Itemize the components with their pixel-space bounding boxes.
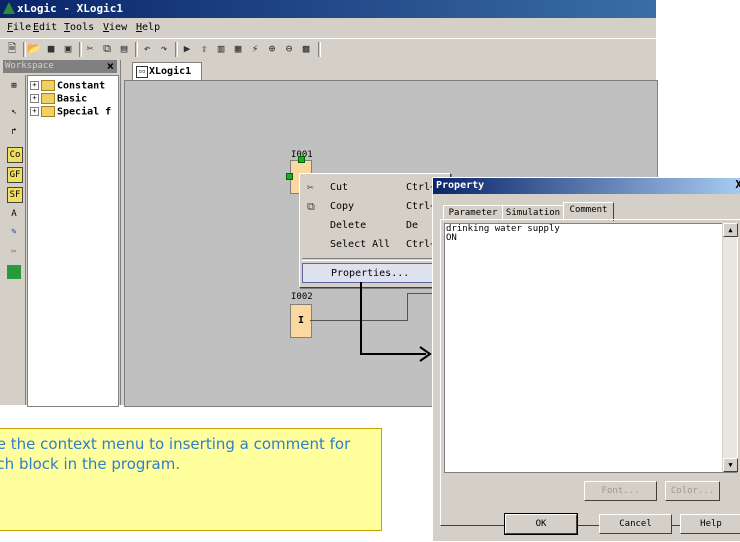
save-all-icon[interactable]: ▣	[61, 42, 75, 56]
toolbar-separator	[79, 42, 82, 57]
tree-item-constant[interactable]: + Constant	[30, 80, 105, 92]
context-menu-select-all[interactable]: Select All Ctrl+	[302, 235, 442, 253]
window-title: xLogic - XLogic1	[17, 2, 123, 15]
palette-general-function[interactable]: GF	[7, 167, 23, 183]
tree-item-special[interactable]: + Special f	[30, 106, 111, 118]
folder-icon	[41, 106, 55, 117]
upload-icon[interactable]: ⇪	[197, 42, 211, 56]
menu-bar: File Edit Tools View Help	[0, 18, 656, 39]
pointer-arrow-line	[360, 353, 426, 355]
comment-text[interactable]: drinking water supply ON	[446, 225, 560, 243]
workspace-header: Workspace ×	[3, 59, 117, 73]
comment-textarea[interactable]	[444, 223, 738, 473]
connection-line	[310, 320, 408, 321]
pen-icon[interactable]: ✎	[7, 225, 21, 239]
app-logo-icon	[3, 2, 15, 14]
compare-icon[interactable]: ▦	[231, 42, 245, 56]
connection-line	[407, 293, 408, 321]
copy-icon[interactable]: ⧉	[100, 42, 114, 56]
context-menu-cut[interactable]: ✂ Cut Ctrl+	[302, 178, 442, 196]
close-icon[interactable]: X	[735, 178, 740, 191]
connect-icon[interactable]: ↱	[7, 125, 21, 139]
expand-icon[interactable]: +	[30, 107, 39, 116]
copy-icon: ⧉	[307, 200, 315, 213]
workspace-tree: + Constant + Basic + Special f	[27, 75, 119, 407]
palette-constant[interactable]: Co	[7, 147, 23, 163]
wand-icon[interactable]: ⚡	[248, 42, 262, 56]
select-pointer-icon[interactable]: ↖	[7, 105, 21, 119]
folder-icon	[41, 80, 55, 91]
redo-icon[interactable]: ↷	[157, 42, 171, 56]
ok-button[interactable]: OK	[504, 513, 578, 535]
expand-icon[interactable]: +	[30, 81, 39, 90]
property-dialog-title-bar: Property X	[433, 178, 740, 194]
menu-tools[interactable]: Tools	[64, 22, 94, 33]
new-file-icon[interactable]: 🗎	[5, 42, 19, 56]
toolbar-separator	[318, 42, 321, 57]
open-file-icon[interactable]: 📂	[27, 42, 41, 56]
text-icon[interactable]: A	[7, 207, 21, 221]
toolbar-separator	[23, 42, 26, 57]
pointer-arrow-line	[360, 282, 362, 354]
context-menu-properties[interactable]: Properties...	[302, 263, 440, 283]
block-palette: ⊞ ↖ ↱ Co GF SF A ✎ ✂	[3, 75, 26, 405]
callout-text: Use the context menu to inserting a comm…	[0, 435, 351, 473]
context-menu: ✂ Cut Ctrl+ ⧉ Copy Ctrl+ Delete De Selec…	[299, 173, 451, 288]
folder-icon	[41, 93, 55, 104]
zoom-out-icon[interactable]: ⊖	[282, 42, 296, 56]
context-menu-delete[interactable]: Delete De	[302, 216, 442, 234]
block-label: I002	[291, 292, 313, 302]
menu-view[interactable]: View	[103, 22, 127, 33]
paste-icon[interactable]: ▤	[117, 42, 131, 56]
toolbar-separator	[175, 42, 178, 57]
grid-icon[interactable]: ▩	[299, 42, 313, 56]
context-menu-copy[interactable]: ⧉ Copy Ctrl+	[302, 197, 442, 215]
window-title-bar: xLogic - XLogic1	[0, 0, 656, 18]
undo-icon[interactable]: ↶	[140, 42, 154, 56]
help-button[interactable]: Help	[680, 514, 740, 534]
tutorial-callout: Use the context menu to inserting a comm…	[0, 428, 382, 531]
scroll-down-icon[interactable]: ▼	[723, 458, 738, 472]
workspace-title: Workspace	[5, 61, 54, 71]
context-menu-separator	[302, 258, 442, 261]
tree-item-basic[interactable]: + Basic	[30, 93, 87, 105]
download-icon[interactable]: ▥	[214, 42, 228, 56]
toolbar: 🗎 📂 ■ ▣ ✂ ⧉ ▤ ↶ ↷ ▶ ⇪ ▥ ▦ ⚡ ⊕ ⊖ ▩	[0, 38, 656, 62]
network-icon[interactable]: ⊞	[7, 79, 21, 93]
block-i002[interactable]: I	[290, 304, 312, 338]
menu-help[interactable]: Help	[136, 22, 160, 33]
block-shape-icon[interactable]	[7, 265, 21, 279]
simulate-icon[interactable]: ▶	[180, 42, 194, 56]
menu-edit[interactable]: Edit	[33, 22, 57, 33]
selection-handle[interactable]	[286, 173, 293, 180]
font-button[interactable]: Font...	[584, 481, 657, 501]
connection-line	[407, 293, 433, 294]
zoom-in-icon[interactable]: ⊕	[265, 42, 279, 56]
workspace-close-icon[interactable]: ×	[107, 59, 114, 73]
cut-icon[interactable]: ✂	[83, 42, 97, 56]
color-button[interactable]: Color...	[665, 481, 720, 501]
palette-special-function[interactable]: SF	[7, 187, 23, 203]
diagram-icon: ▫▫	[136, 66, 148, 78]
expand-icon[interactable]: +	[30, 94, 39, 103]
save-icon[interactable]: ■	[44, 42, 58, 56]
toolbar-separator	[135, 42, 138, 57]
menu-file[interactable]: File	[7, 22, 31, 33]
property-dialog-title: Property	[436, 180, 485, 191]
scroll-up-icon[interactable]: ▲	[723, 223, 738, 237]
selection-handle[interactable]	[298, 156, 305, 163]
cut-line-icon[interactable]: ✂	[7, 245, 21, 259]
cancel-button[interactable]: Cancel	[599, 514, 672, 534]
comment-scrollbar[interactable]	[722, 223, 737, 471]
cut-icon: ✂	[307, 181, 314, 194]
document-tab[interactable]: ▫▫ XLogic1	[132, 62, 202, 80]
